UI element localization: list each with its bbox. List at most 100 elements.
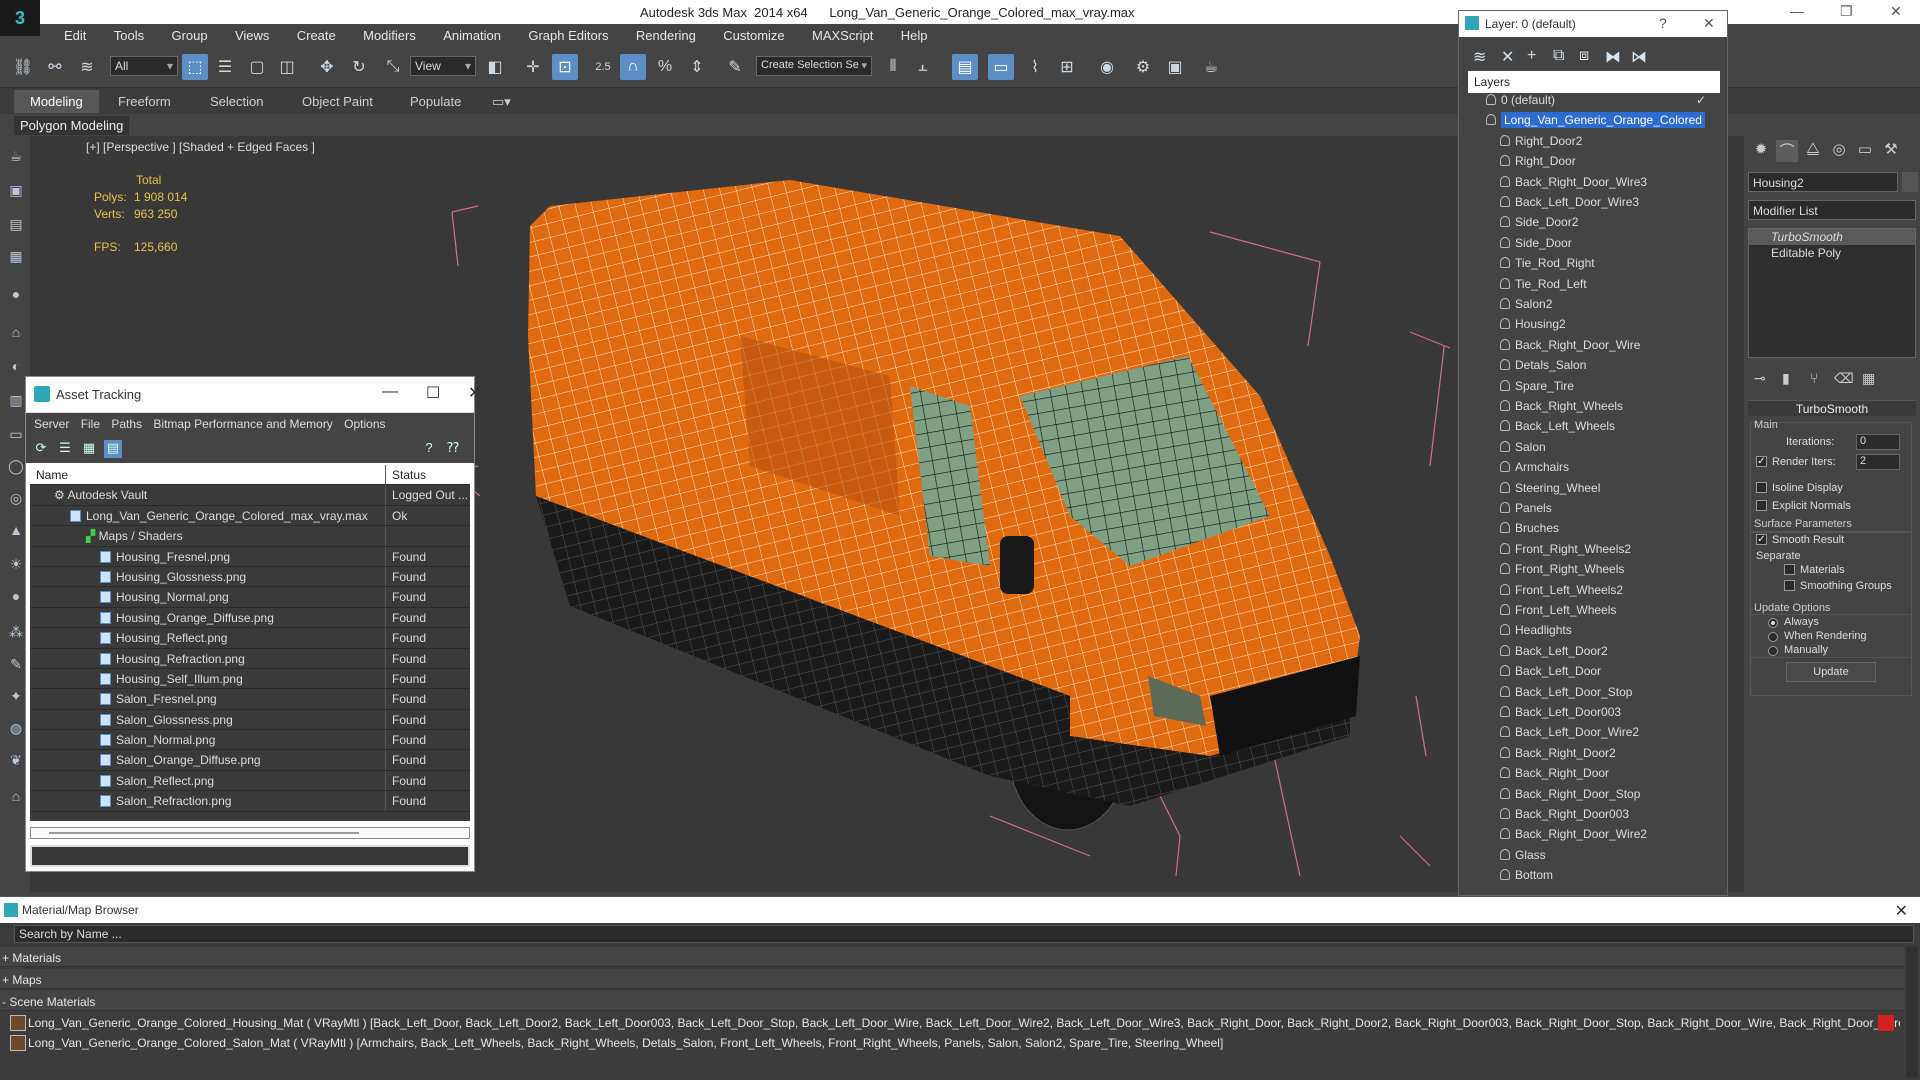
group-scene-materials[interactable]: - Scene Materials xyxy=(0,991,1904,1011)
layer-object-item[interactable]: Back_Right_Door xyxy=(1468,766,1720,786)
tab-populate[interactable]: Populate xyxy=(400,92,471,111)
layer-object-item[interactable]: Front_Left_Wheels xyxy=(1468,603,1720,623)
sphere-icon[interactable]: ◯ xyxy=(6,458,26,478)
schematic-view-icon[interactable]: ⊞ xyxy=(1054,54,1080,80)
menu-paths[interactable]: Paths xyxy=(111,417,142,431)
stack-item-turbosmooth[interactable]: TurboSmooth xyxy=(1749,229,1915,245)
menu-customize[interactable]: Customize xyxy=(723,24,784,43)
layer-explorer-window[interactable]: Layer: 0 (default) ? ✕ ≋ ✕ + ⧉ ⧈ ⧓ ⧒ Lay… xyxy=(1458,10,1728,896)
layer-object-item[interactable]: Glass xyxy=(1468,848,1720,868)
layer-object-item[interactable]: Back_Left_Door xyxy=(1468,664,1720,684)
configure-sets-icon[interactable]: ▦ xyxy=(1862,370,1875,387)
layer-object-item[interactable]: Side_Door xyxy=(1468,236,1720,256)
scrollbar-thumb[interactable] xyxy=(49,832,359,834)
make-unique-icon[interactable]: ⑂ xyxy=(1810,370,1818,386)
layer-object-item[interactable]: Right_Door2 xyxy=(1468,134,1720,154)
asset-tracking-titlebar[interactable]: Asset Tracking — ☐ ✕ xyxy=(26,377,481,413)
pivot-icon[interactable]: ◧ xyxy=(482,54,508,80)
bind-spacewarp-icon[interactable]: ≋ xyxy=(74,54,100,80)
menu-file[interactable]: File xyxy=(81,417,100,431)
pin-stack-icon[interactable]: ⊸ xyxy=(1754,370,1766,387)
snap-toggle-icon[interactable]: ∩ xyxy=(620,54,646,80)
motion-tab-icon[interactable]: ◎ xyxy=(1828,140,1850,162)
layer-object-item[interactable]: Steering_Wheel xyxy=(1468,481,1720,501)
scene-material-item[interactable]: Long_Van_Generic_Orange_Colored_Salon_Ma… xyxy=(6,1033,1900,1053)
close-icon[interactable]: ✕ xyxy=(1890,3,1902,20)
layer-object-item[interactable]: Back_Right_Door003 xyxy=(1468,807,1720,827)
isoline-display-checkbox[interactable] xyxy=(1756,482,1767,493)
menu-graph-editors[interactable]: Graph Editors xyxy=(528,24,608,43)
table-row[interactable]: Salon_Normal.png Found xyxy=(30,730,470,751)
list-view-icon[interactable]: ☰ xyxy=(56,440,74,458)
pyramid-icon[interactable]: ▲ xyxy=(6,522,26,542)
table-row[interactable]: Salon_Refraction.png Found xyxy=(30,791,470,812)
material-map-browser[interactable]: Material/Map Browser ✕ Search by Name ..… xyxy=(0,896,1920,1080)
layer-object-item[interactable]: Back_Left_Door_Wire3 xyxy=(1468,195,1720,215)
display-tab-icon[interactable]: ▭ xyxy=(1854,140,1876,162)
scene-material-item[interactable]: Long_Van_Generic_Orange_Colored_Housing_… xyxy=(6,1013,1900,1033)
menu-server[interactable]: Server xyxy=(34,417,69,431)
utilities-tab-icon[interactable]: ⚒ xyxy=(1880,140,1902,162)
layer-object-item[interactable]: Back_Right_Door_Wire2 xyxy=(1468,827,1720,847)
mirror-icon[interactable]: ⫴ xyxy=(880,54,906,80)
link-icon[interactable]: ⛓ xyxy=(10,54,36,80)
add-to-layer-icon[interactable]: ⧉ xyxy=(1553,47,1564,65)
table-row[interactable]: ▞ Maps / Shaders xyxy=(30,526,470,547)
table-row[interactable]: ⚙ Autodesk Vault Logged Out ... xyxy=(30,485,470,506)
polygon-modeling-panel[interactable]: Polygon Modeling xyxy=(14,116,130,135)
camera-icon[interactable]: ⌂ xyxy=(6,324,26,344)
rect-selection-icon[interactable]: ▢ xyxy=(244,54,270,80)
materials-checkbox[interactable] xyxy=(1784,564,1795,575)
paint-icon[interactable]: ✎ xyxy=(6,656,26,676)
layers-column-header[interactable]: Layers xyxy=(1468,71,1720,93)
layer-object-item[interactable]: Front_Right_Wheels xyxy=(1468,562,1720,582)
table-row[interactable]: Housing_Glossness.png Found xyxy=(30,566,470,588)
layer-object-item[interactable]: Front_Left_Wheels2 xyxy=(1468,583,1720,603)
manually-radio[interactable] xyxy=(1768,646,1778,656)
tab-modeling[interactable]: Modeling xyxy=(14,90,99,113)
menu-bitmap-performance[interactable]: Bitmap Performance and Memory xyxy=(153,417,332,431)
always-radio[interactable] xyxy=(1768,618,1778,628)
ribbon-options-icon[interactable]: ▭▾ xyxy=(482,92,521,112)
update-button[interactable]: Update xyxy=(1786,662,1876,682)
layer-object-item[interactable]: Armchairs xyxy=(1468,460,1720,480)
toggle-ribbon-icon[interactable]: ▭ xyxy=(988,54,1014,80)
when-rendering-radio[interactable] xyxy=(1768,632,1778,642)
delete-layer-icon[interactable]: ✕ xyxy=(1501,47,1514,67)
layer-explorer-icon[interactable]: ▤ xyxy=(952,54,978,80)
edit-named-selection-icon[interactable]: ✎ xyxy=(722,54,748,80)
named-selection-dropdown[interactable]: Create Selection Se xyxy=(756,56,872,76)
table-row[interactable]: Long_Van_Generic_Orange_Colored_max_vray… xyxy=(30,505,470,527)
layer-object-item[interactable]: Detals_Salon xyxy=(1468,358,1720,378)
menu-tools[interactable]: Tools xyxy=(114,24,144,43)
rendered-frame-icon[interactable]: ▣ xyxy=(1162,54,1188,80)
hierarchy-tab-icon[interactable]: ⧋ xyxy=(1802,140,1824,162)
layer-object-item[interactable]: Headlights xyxy=(1468,623,1720,643)
selection-filter-dropdown[interactable]: All xyxy=(110,56,178,76)
table-row[interactable]: Housing_Self_Illum.png Found xyxy=(30,668,470,690)
object-color-swatch[interactable] xyxy=(1902,172,1918,192)
hf-icon[interactable]: ⌂ xyxy=(6,788,26,808)
layer-object-item[interactable]: Back_Right_Door_Wire3 xyxy=(1468,175,1720,195)
horizontal-scrollbar[interactable] xyxy=(30,827,470,839)
menu-create[interactable]: Create xyxy=(297,24,336,43)
tab-selection[interactable]: Selection xyxy=(200,92,273,111)
layer-object-item[interactable]: Back_Right_Door2 xyxy=(1468,746,1720,766)
thumbnail-view-icon[interactable]: ▦ xyxy=(80,440,98,458)
plant-icon[interactable]: ❦ xyxy=(6,752,26,772)
layer-item[interactable]: Long_Van_Generic_Orange_Colored xyxy=(1468,112,1720,133)
layer-object-item[interactable]: Back_Left_Wheels xyxy=(1468,419,1720,439)
menu-options[interactable]: Options xyxy=(344,417,385,431)
helper-icon[interactable]: ◐ xyxy=(6,358,26,378)
modify-tab-icon[interactable]: ⌒ xyxy=(1776,140,1798,162)
align-icon[interactable]: ⫠ xyxy=(910,54,936,80)
select-in-layer-icon[interactable]: ⧈ xyxy=(1579,47,1589,65)
menu-help[interactable]: Help xyxy=(901,24,928,43)
layer-object-item[interactable]: Front_Right_Wheels2 xyxy=(1468,542,1720,562)
keyboard-shortcut-icon[interactable]: ⊡ xyxy=(552,54,578,80)
window-crossing-icon[interactable]: ◫ xyxy=(274,54,300,80)
select-object-icon[interactable]: ⬚ xyxy=(182,54,208,80)
vertical-scrollbar[interactable] xyxy=(1906,947,1918,1077)
column-status[interactable]: Status xyxy=(386,465,470,484)
select-manipulate-icon[interactable]: ✛ xyxy=(520,54,546,80)
